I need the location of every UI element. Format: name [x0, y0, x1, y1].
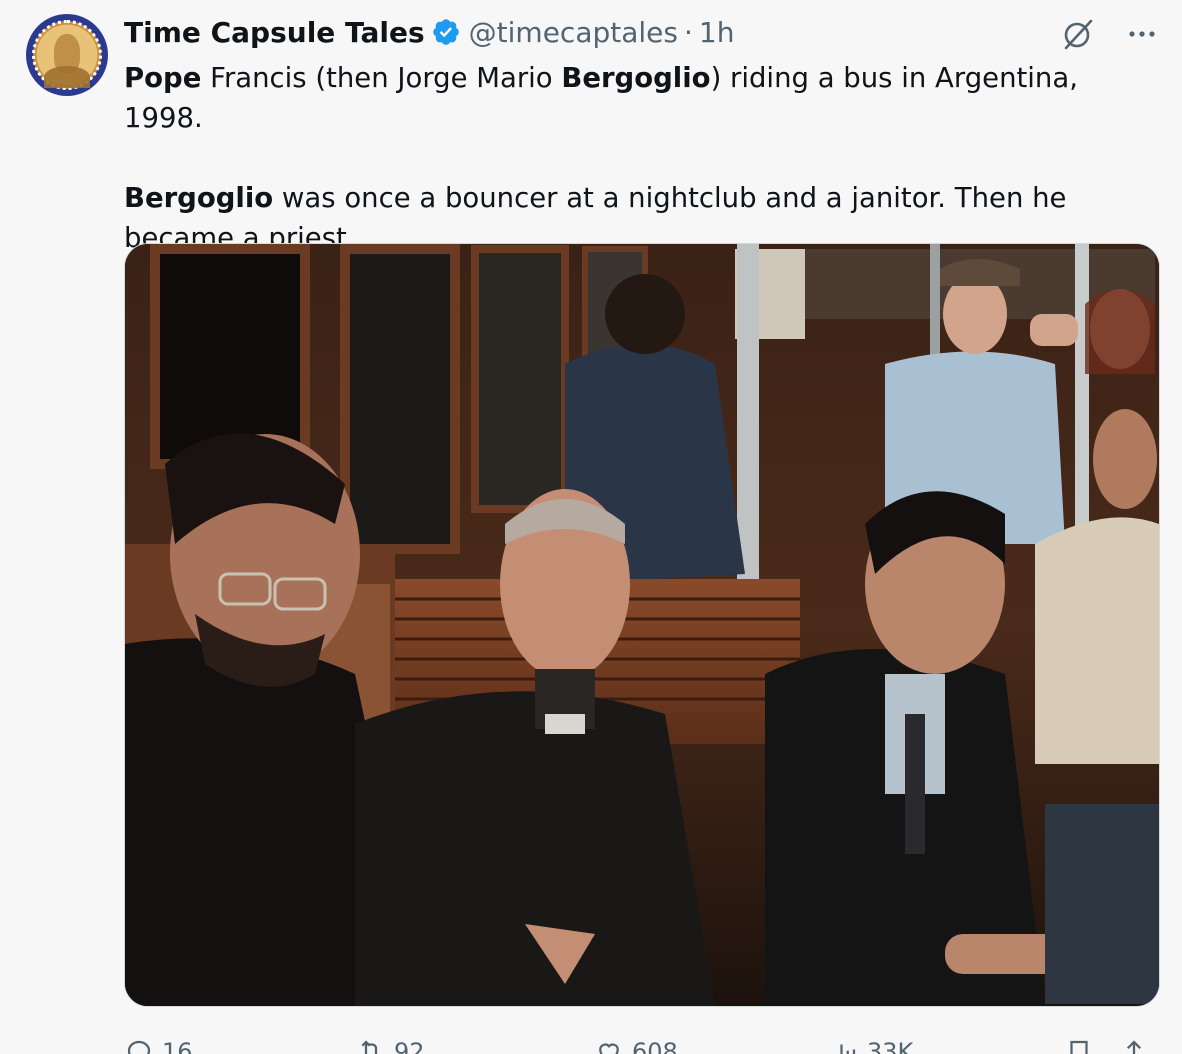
tweet-photo[interactable]: [124, 243, 1160, 1007]
reply-button[interactable]: 16: [124, 1037, 193, 1054]
text-segment: Pope: [124, 62, 202, 94]
share-button[interactable]: [1119, 1037, 1149, 1054]
text-segment: Francis (then Jorge Mario: [201, 62, 562, 94]
header-separator: ·: [684, 15, 693, 49]
repost-icon: [361, 1040, 378, 1054]
author-avatar[interactable]: [26, 14, 108, 96]
action-bar: 16 92 608 33K: [124, 1032, 1164, 1054]
author-handle[interactable]: @timecaptales: [469, 16, 678, 49]
top-actions: [1060, 16, 1158, 52]
more-icon[interactable]: [1126, 18, 1158, 50]
views-button[interactable]: 33K: [829, 1037, 913, 1054]
grok-icon[interactable]: [1060, 16, 1096, 52]
text-segment: Bergoglio: [561, 62, 711, 94]
tweet-card: Time Capsule Tales @timecaptales · 1h Po…: [0, 0, 1182, 1054]
reply-icon: [127, 1040, 151, 1054]
verified-badge-icon: [432, 19, 459, 45]
author-name[interactable]: Time Capsule Tales: [124, 16, 425, 49]
views-count: 33K: [867, 1038, 914, 1054]
tweet-text: Pope Francis (then Jorge Mario Bergoglio…: [124, 58, 1164, 258]
like-count: 608: [632, 1038, 678, 1054]
photo-illustration: [125, 244, 1159, 1006]
like-icon: [599, 1043, 619, 1054]
tweet-text-line1: Pope Francis (then Jorge Mario Bergoglio…: [124, 58, 1164, 138]
repost-count: 92: [394, 1038, 425, 1054]
bookmark-button[interactable]: [1064, 1037, 1094, 1054]
post-time[interactable]: 1h: [699, 16, 735, 49]
tweet-header: Time Capsule Tales @timecaptales · 1h: [124, 12, 734, 52]
views-icon: [840, 1044, 856, 1054]
reply-count: 16: [162, 1038, 193, 1054]
bookmark-icon: [1070, 1040, 1088, 1054]
like-button[interactable]: 608: [594, 1037, 678, 1054]
repost-button[interactable]: 92: [356, 1037, 425, 1054]
share-icon: [1126, 1040, 1142, 1054]
text-segment: Bergoglio: [124, 182, 274, 214]
avatar-bust: [44, 66, 90, 88]
